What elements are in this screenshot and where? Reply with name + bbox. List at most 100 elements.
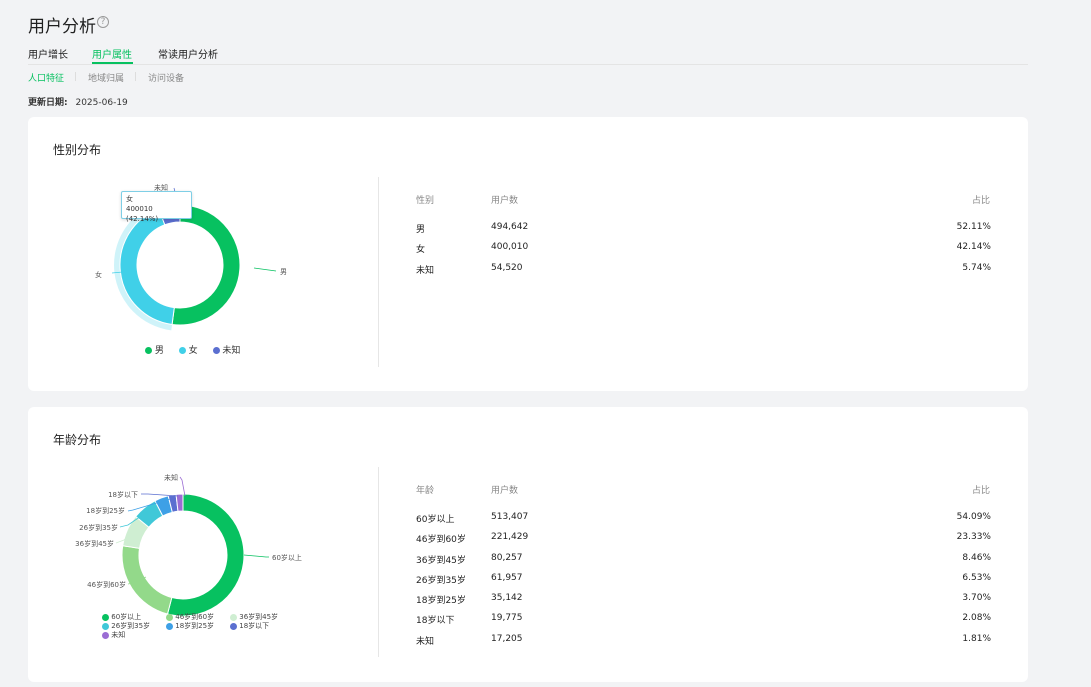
legend-item-male[interactable]: 男 <box>145 346 164 356</box>
legend-label: 未知 <box>222 346 241 356</box>
legend-label: 26岁到35岁 <box>111 622 151 630</box>
legend-dot <box>178 347 186 354</box>
legend-item[interactable]: 26岁到35岁 <box>102 622 166 631</box>
donut-slice[interactable] <box>121 545 173 615</box>
table-cell-name: 18岁以下 <box>416 616 455 626</box>
donut-slice[interactable] <box>166 493 245 617</box>
col-header-pct: 占比 <box>972 486 991 496</box>
table-cell-pct: 52.11% <box>956 222 991 232</box>
slice-label: 60岁以上 <box>272 553 302 562</box>
table-cell-name: 未知 <box>416 266 435 276</box>
legend-item[interactable]: 18岁以下 <box>230 622 269 631</box>
update-label: 更新日期: <box>28 98 68 108</box>
legend-item[interactable]: 未知 <box>102 631 125 639</box>
slice-label: 26岁到35岁 <box>79 523 118 532</box>
legend-label: 男 <box>154 346 164 356</box>
col-header-gender: 性别 <box>416 196 435 206</box>
label-leader-line <box>179 476 186 497</box>
age-card: 年龄分布 60岁以上 46岁到60岁 36岁到45岁 26岁到35岁 18岁到25岁 18… <box>28 407 1028 682</box>
page-title: 用户分析 <box>28 17 96 37</box>
legend-dot <box>166 622 173 630</box>
slice-label: 36岁到45岁 <box>75 539 114 548</box>
table-cell-users: 400,010 <box>491 242 529 252</box>
tab-user-growth[interactable]: 用户增长 <box>28 46 68 61</box>
table-cell-users: 19,775 <box>491 613 523 623</box>
subtab-demographics[interactable]: 人口特征 <box>28 71 64 84</box>
legend-label: 60岁以上 <box>111 613 142 621</box>
slice-label: 男 <box>280 268 287 276</box>
slice-label: 18岁到25岁 <box>86 506 125 515</box>
slice-label: 18岁以下 <box>108 490 138 499</box>
legend-dot <box>230 622 237 630</box>
age-legend: 60岁以上 46岁到60岁 36岁到45岁 26岁到35岁 18岁到25岁 18… <box>102 613 312 640</box>
slice-label: 46岁到60岁 <box>87 580 126 589</box>
table-cell-pct: 1.81% <box>962 634 991 644</box>
legend-dot <box>102 622 109 630</box>
col-header-pct: 占比 <box>972 196 991 206</box>
table-cell-pct: 42.14% <box>956 242 991 252</box>
legend-label: 未知 <box>111 631 126 639</box>
col-header-age: 年龄 <box>416 486 435 496</box>
tooltip-value: 400010 (42.14%) <box>126 205 159 223</box>
table-cell-pct: 6.53% <box>962 573 991 583</box>
slice-label: 未知 <box>164 473 178 482</box>
legend-label: 18岁到25岁 <box>175 622 215 630</box>
table-cell-users: 513,407 <box>491 512 529 522</box>
tooltip-name: 女 <box>126 195 133 203</box>
legend-label: 18岁以下 <box>239 622 270 630</box>
legend-item[interactable]: 18岁到25岁 <box>166 622 230 631</box>
question-circle-icon[interactable]: ? <box>97 16 109 28</box>
subtab-region[interactable]: 地域归属 <box>88 71 124 84</box>
table-cell-pct: 23.33% <box>956 532 991 542</box>
table-cell-users: 17,205 <box>491 634 523 644</box>
card-divider <box>378 467 379 657</box>
age-donut-chart: 60岁以上 46岁到60岁 36岁到45岁 26岁到35岁 18岁到25岁 18岁以下 未知 <box>75 473 302 617</box>
label-leader-line <box>243 554 269 558</box>
subtab-separator <box>75 72 76 81</box>
table-cell-name: 未知 <box>416 637 435 647</box>
legend-item[interactable]: 36岁到45岁 <box>230 613 278 622</box>
subtab-device[interactable]: 访问设备 <box>148 71 184 84</box>
table-cell-users: 80,257 <box>491 553 523 563</box>
table-cell-name: 女 <box>416 245 426 255</box>
col-header-users: 用户数 <box>491 196 519 206</box>
update-date: 更新日期: 2025-06-19 <box>28 95 128 108</box>
table-cell-pct: 3.70% <box>962 593 991 603</box>
table-cell-name: 18岁到25岁 <box>416 596 466 606</box>
gender-card: 性别分布 男女未知 女 400010 (42.14%) 男 女 未知 性别 用户… <box>28 117 1028 391</box>
update-value: 2025-06-19 <box>75 98 128 108</box>
label-leader-line <box>253 267 277 272</box>
legend-item[interactable]: 60岁以上 <box>102 613 166 622</box>
table-cell-users: 54,520 <box>491 263 523 273</box>
table-cell-pct: 2.08% <box>962 613 991 623</box>
chart-tooltip: 女 400010 (42.14%) <box>121 191 192 223</box>
tabs-divider <box>28 64 1028 65</box>
table-cell-users: 221,429 <box>491 532 529 542</box>
legend-item-female[interactable]: 女 <box>178 346 198 356</box>
slice-label: 女 <box>95 270 102 279</box>
legend-dot <box>102 613 109 621</box>
table-cell-name: 46岁到60岁 <box>416 535 466 545</box>
legend-dot <box>145 347 152 354</box>
col-header-users: 用户数 <box>491 486 519 496</box>
legend-dot <box>166 613 173 621</box>
tab-frequent-readers[interactable]: 常读用户分析 <box>158 46 218 61</box>
card-divider <box>378 177 379 367</box>
table-cell-users: 35,142 <box>491 593 523 603</box>
legend-label: 36岁到45岁 <box>239 613 279 621</box>
table-cell-users: 61,957 <box>491 573 523 583</box>
table-cell-name: 男 <box>416 225 426 235</box>
subtab-separator <box>135 72 136 81</box>
table-cell-pct: 5.74% <box>962 263 991 273</box>
legend-item-unknown[interactable]: 未知 <box>212 346 241 356</box>
legend-label: 46岁到60岁 <box>175 613 215 621</box>
table-cell-name: 36岁到45岁 <box>416 556 466 566</box>
table-cell-pct: 54.09% <box>956 512 991 522</box>
legend-dot <box>212 347 220 354</box>
table-cell-name: 26岁到35岁 <box>416 576 466 586</box>
legend-label: 女 <box>188 346 198 356</box>
legend-dot <box>102 631 109 639</box>
table-cell-users: 494,642 <box>491 222 529 232</box>
legend-item[interactable]: 46岁到60岁 <box>166 613 230 622</box>
tab-user-attributes[interactable]: 用户属性 <box>92 46 132 61</box>
